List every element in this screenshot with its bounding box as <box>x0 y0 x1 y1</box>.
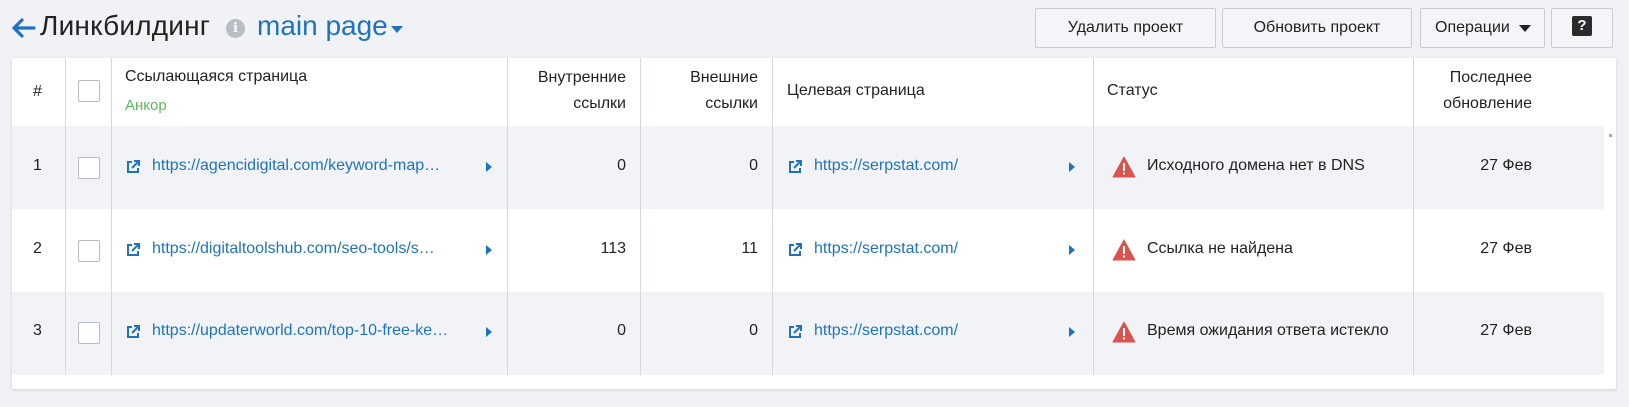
expand-arrow-icon[interactable] <box>486 245 492 255</box>
caret-down-icon <box>1519 25 1531 32</box>
external-link-icon[interactable] <box>787 324 803 340</box>
internal-label-line1: Внутренние <box>537 69 626 86</box>
row-number: 2 <box>33 240 42 257</box>
table-row: 3 https://updaterworld.com/top-10-free-k… <box>12 292 1604 375</box>
select-all-checkbox[interactable] <box>78 80 100 102</box>
target-page-link[interactable]: https://serpstat.com/ <box>814 157 958 175</box>
status-text: Ссылка не найдена <box>1147 240 1293 257</box>
row-number: 1 <box>33 157 42 174</box>
external-label-line1: Внешние <box>690 69 758 86</box>
column-divider <box>640 58 641 375</box>
operations-dropdown-button[interactable]: Операции <box>1420 8 1545 48</box>
external-link-icon[interactable] <box>125 159 141 175</box>
external-link-icon[interactable] <box>125 324 141 340</box>
column-header-internal[interactable]: Внутренние ссылки <box>512 65 626 117</box>
help-button[interactable]: ? <box>1551 8 1613 48</box>
info-icon[interactable]: i <box>226 19 245 38</box>
internal-links-value: 113 <box>600 240 626 257</box>
table-row: 2 https://digitaltoolshub.com/seo-tools/… <box>12 209 1604 292</box>
column-divider <box>772 58 773 375</box>
external-links-value: 0 <box>749 157 758 174</box>
table-row: 1 https://agencidigital.com/keyword-map…… <box>12 126 1604 209</box>
internal-label-line2: ссылки <box>573 95 626 112</box>
target-page-link[interactable]: https://serpstat.com/ <box>814 322 958 340</box>
expand-arrow-icon[interactable] <box>486 327 492 337</box>
help-icon: ? <box>1572 16 1592 37</box>
row-number: 3 <box>33 322 42 339</box>
external-link-icon[interactable] <box>125 242 141 258</box>
last-updated-value: 27 Фев <box>1480 157 1532 174</box>
warning-icon <box>1112 156 1136 178</box>
anchor-label: Анкор <box>125 97 167 114</box>
back-arrow-icon[interactable] <box>10 12 36 44</box>
table-header: # Ссылающаяся страница Анкор Внутренние … <box>12 58 1604 126</box>
external-label-line2: ссылки <box>705 95 758 112</box>
status-text: Время ожидания ответа истекло <box>1147 322 1389 339</box>
external-link-icon[interactable] <box>787 159 803 175</box>
external-links-value: 0 <box>749 322 758 339</box>
expand-arrow-icon[interactable] <box>1069 327 1075 337</box>
expand-arrow-icon[interactable] <box>1069 162 1075 172</box>
column-divider <box>1413 58 1414 375</box>
internal-links-value: 0 <box>617 157 626 174</box>
updated-label-line1: Последнее <box>1449 69 1532 86</box>
column-header-external[interactable]: Внешние ссылки <box>644 65 758 117</box>
expand-arrow-icon[interactable] <box>1069 245 1075 255</box>
column-header-referring[interactable]: Ссылающаяся страница Анкор <box>125 64 307 119</box>
referring-page-link[interactable]: https://agencidigital.com/keyword-map… <box>152 157 440 175</box>
scrollbar-thumb[interactable] <box>1609 134 1612 137</box>
external-links-value: 11 <box>741 240 758 257</box>
target-page-link[interactable]: https://serpstat.com/ <box>814 240 958 258</box>
vertical-scrollbar[interactable] <box>1604 58 1616 389</box>
warning-icon <box>1112 239 1136 261</box>
internal-links-value: 0 <box>617 322 626 339</box>
expand-arrow-icon[interactable] <box>486 162 492 172</box>
referring-label: Ссылающаяся страница <box>125 68 308 85</box>
column-divider <box>111 58 112 375</box>
external-link-icon[interactable] <box>787 242 803 258</box>
row-checkbox[interactable] <box>78 240 100 262</box>
project-selector[interactable]: main page <box>257 10 388 42</box>
column-header-updated[interactable]: Последнее обновление <box>1422 65 1532 117</box>
updated-label-line2: обновление <box>1443 95 1532 112</box>
page-header: Линкбилдинг i main page Удалить проект О… <box>0 0 1629 58</box>
table-footer-space <box>12 375 1604 389</box>
last-updated-value: 27 Фев <box>1480 322 1532 339</box>
links-table: # Ссылающаяся страница Анкор Внутренние … <box>12 58 1616 389</box>
referring-page-link[interactable]: https://digitaltoolshub.com/seo-tools/s… <box>152 240 435 258</box>
referring-page-link[interactable]: https://updaterworld.com/top-10-free-ke… <box>152 322 448 340</box>
column-divider <box>1093 58 1094 375</box>
status-text: Исходного домена нет в DNS <box>1147 157 1365 174</box>
last-updated-value: 27 Фев <box>1480 240 1532 257</box>
row-checkbox[interactable] <box>78 322 100 344</box>
column-header-status[interactable]: Статус <box>1107 78 1158 104</box>
column-divider <box>507 58 508 375</box>
row-checkbox[interactable] <box>78 157 100 179</box>
delete-project-button[interactable]: Удалить проект <box>1035 8 1216 48</box>
refresh-project-button[interactable]: Обновить проект <box>1222 8 1412 48</box>
column-header-target[interactable]: Целевая страница <box>787 78 925 104</box>
page-title: Линкбилдинг <box>40 10 211 41</box>
column-header-num: # <box>33 83 42 100</box>
column-divider <box>65 58 66 375</box>
warning-icon <box>1112 321 1136 343</box>
operations-label: Операции <box>1435 19 1510 36</box>
chevron-down-icon[interactable] <box>391 26 403 33</box>
